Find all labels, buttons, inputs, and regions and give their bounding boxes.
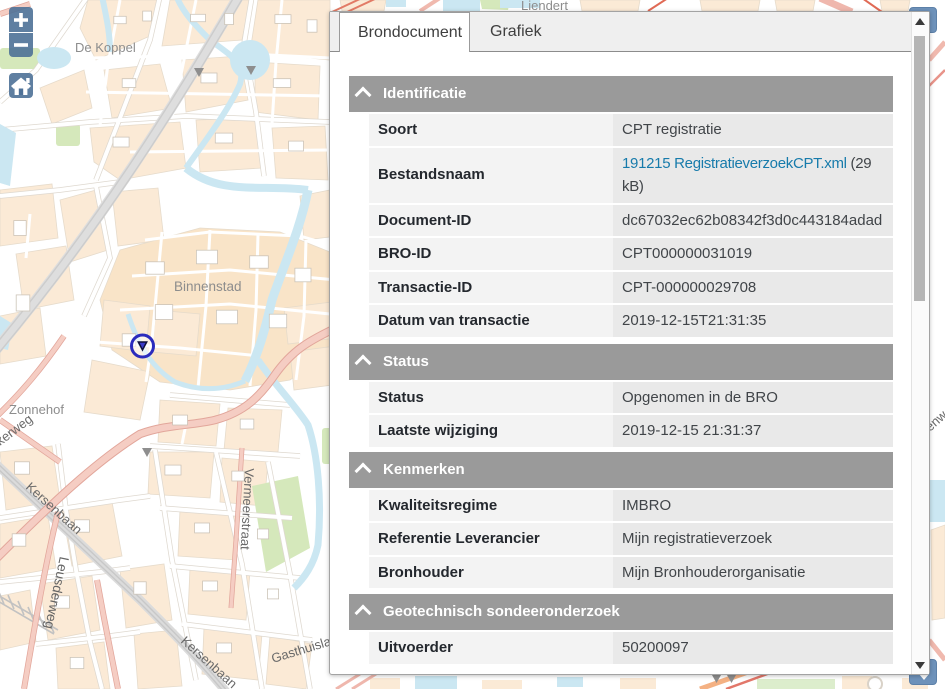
svg-text:De Koppel: De Koppel [75,40,136,55]
svg-text:Binnenstad: Binnenstad [174,279,242,294]
svg-text:Zonnehof: Zonnehof [9,402,64,417]
